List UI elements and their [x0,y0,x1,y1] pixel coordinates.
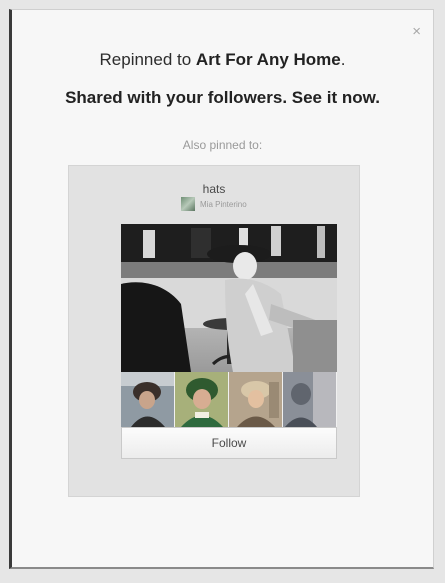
follow-button[interactable]: Follow [121,427,337,459]
shared-message-link[interactable]: Shared with your followers. See it now. [12,88,433,108]
board-card: hats Mia Pinterino Follow [68,165,360,497]
thumbnail-1[interactable] [121,372,175,427]
repin-message-suffix: . [340,50,346,69]
board-owner-name: Mia Pinterino [200,199,247,209]
screen-background: × Repinned to Art For Any Home. Shared w… [0,0,445,583]
board-owner[interactable]: Mia Pinterino [181,197,247,211]
board-thumbnails [121,372,337,427]
board-cover-image [121,224,337,372]
avatar [181,197,195,211]
repin-message: Repinned to Art For Any Home. [12,50,433,70]
thumbnail-4[interactable] [283,372,337,427]
repin-message-prefix: Repinned to [99,50,196,69]
also-pinned-label: Also pinned to: [182,138,263,152]
repin-confirmation-dialog: × Repinned to Art For Any Home. Shared w… [9,9,434,569]
close-icon[interactable]: × [412,24,421,39]
board-cover-photo[interactable] [121,224,337,372]
thumbnail-3[interactable] [229,372,283,427]
repin-board-link[interactable]: Art For Any Home [196,50,341,69]
board-name[interactable]: hats [69,182,359,196]
thumbnail-2[interactable] [175,372,229,427]
